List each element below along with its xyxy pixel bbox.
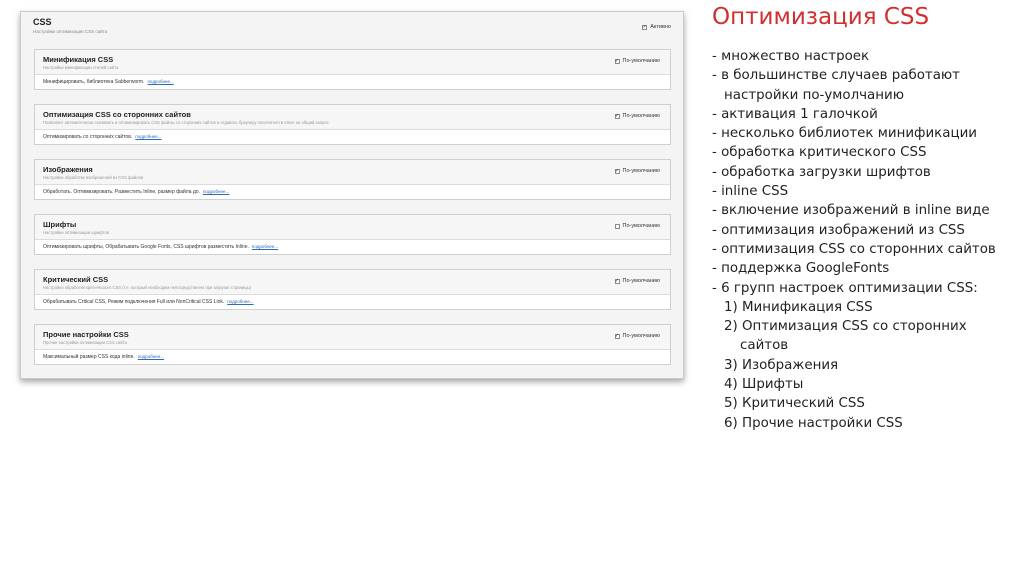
slide-bullet-list: - множество настроек - в большинстве слу…: [712, 47, 996, 433]
group-body: Обработать. Оптимизировать. Разместить I…: [43, 189, 229, 195]
group-minification: Минификация CSS Настройки минификации ст…: [34, 49, 671, 90]
group-title: Критический CSS: [43, 275, 109, 284]
more-link[interactable]: подробнее...: [252, 244, 278, 249]
bullet-item: настройки по-умолчанию: [724, 87, 904, 103]
group-subtitle: Настройки обработки изображений из CSS ф…: [43, 175, 144, 180]
bullet-item: - множество настроек: [712, 49, 870, 64]
default-label: По-умолчанию: [622, 278, 661, 284]
group-title: Шрифты: [43, 220, 77, 229]
group-subtitle: Настройки минификации стилей сайта: [43, 65, 119, 70]
group-other-settings: Прочие настройки CSS Прочие настройки оп…: [34, 324, 671, 365]
default-toggle[interactable]: По-умолчанию: [614, 223, 661, 229]
default-toggle[interactable]: ✓ По-умолчанию: [614, 58, 661, 64]
settings-screenshot: CSS Настройки оптимизации CSS сайта ✓ Ак…: [20, 11, 684, 379]
bullet-item: - поддержка GoogleFonts: [712, 261, 890, 277]
bullet-item: 1) Минификация CSS: [724, 299, 873, 315]
bullet-item: - 6 групп настроек оптимизации CSS:: [712, 280, 978, 296]
more-link[interactable]: подробнее...: [138, 354, 164, 359]
group-fonts: Шрифты Настройки оптимизации шрифтов По-…: [34, 214, 671, 255]
more-link[interactable]: подробнее...: [135, 134, 161, 139]
default-label: По-умолчанию: [622, 223, 661, 229]
default-label: По-умолчанию: [622, 333, 661, 339]
default-label: По-умолчанию: [622, 113, 661, 119]
group-summary: Обработать. Оптимизировать. Разместить I…: [43, 189, 200, 195]
bullet-item: - обработка критического CSS: [712, 145, 927, 161]
bullet-item: 5) Критический CSS: [724, 396, 865, 412]
default-toggle[interactable]: ✓ По-умолчанию: [614, 168, 661, 174]
active-checkbox[interactable]: ✓: [642, 24, 648, 30]
group-subtitle: Прочие настройки оптимизации CSS сайта: [43, 340, 127, 345]
group-title: Изображения: [43, 165, 93, 174]
bullet-item: - inline CSS: [712, 184, 789, 200]
settings-header: CSS Настройки оптимизации CSS сайта ✓ Ак…: [31, 16, 673, 42]
group-summary: Оптимизировать со сторонних сайтов.: [43, 134, 133, 140]
more-link[interactable]: подробнее...: [227, 299, 253, 304]
group-title: Оптимизация CSS со сторонних сайтов: [43, 110, 191, 119]
group-body: Максимальный размер CSS кода inline. подр…: [43, 354, 164, 360]
bullet-item: - обработка загрузки шрифтов: [712, 164, 931, 180]
group-critical-css: Критический CSS Настройки обработки крит…: [34, 269, 671, 310]
slide-title: Оптимизация CSS: [712, 4, 930, 30]
default-label: По-умолчанию: [622, 58, 661, 64]
bullet-item: - оптимизация изображений из CSS: [712, 222, 965, 238]
settings-title: CSS: [33, 17, 52, 27]
group-body: Обрабатывать Critical CSS, Режим подключ…: [43, 299, 254, 305]
group-title: Минификация CSS: [43, 55, 114, 64]
group-subtitle: Позволяет автоматически скачивать и опти…: [43, 120, 329, 125]
default-checkbox[interactable]: ✓: [614, 168, 620, 174]
group-summary: Максимальный размер CSS кода inline.: [43, 354, 135, 360]
group-body: Оптимизировать шрифты, Обрабатывать Goog…: [43, 244, 278, 250]
bullet-item: 6) Прочие настройки CSS: [724, 415, 903, 431]
group-body: Оптимизировать со сторонних сайтов. подро…: [43, 134, 162, 140]
bullet-item: - оптимизация CSS со сторонних сайтов: [712, 241, 996, 257]
active-toggle[interactable]: ✓ Активно: [642, 24, 671, 30]
group-title: Прочие настройки CSS: [43, 330, 129, 339]
bullet-item: 2) Оптимизация CSS со сторонних: [724, 319, 967, 335]
bullet-item: - несколько библиотек минификации: [712, 126, 977, 142]
bullet-item: - в большинстве случаев работают: [712, 68, 960, 84]
default-checkbox[interactable]: [614, 223, 620, 229]
group-summary: Оптимизировать шрифты, Обрабатывать Goog…: [43, 244, 249, 250]
bullet-item: - активация 1 галочкой: [712, 106, 878, 122]
default-toggle[interactable]: ✓ По-умолчанию: [614, 278, 661, 284]
settings-subtitle: Настройки оптимизации CSS сайта: [33, 29, 108, 34]
bullet-item: - включение изображений в inline виде: [712, 203, 990, 219]
default-toggle[interactable]: ✓ По-умолчанию: [614, 333, 661, 339]
group-body: Минифицировать, библиотека Sabberworm. по…: [43, 79, 174, 85]
default-checkbox[interactable]: ✓: [614, 113, 620, 119]
more-link[interactable]: подробнее...: [203, 189, 229, 194]
more-link[interactable]: подробнее...: [147, 79, 173, 84]
default-label: По-умолчанию: [622, 168, 661, 174]
bullet-item: 3) Изображения: [724, 357, 839, 373]
bullet-item: сайтов: [740, 338, 789, 354]
group-external-css: Оптимизация CSS со сторонних сайтов Позв…: [34, 104, 671, 145]
group-summary: Минифицировать, библиотека Sabberworm.: [43, 79, 145, 85]
default-checkbox[interactable]: ✓: [614, 278, 620, 284]
bullet-item: 4) Шрифты: [724, 377, 804, 393]
default-toggle[interactable]: ✓ По-умолчанию: [614, 113, 661, 119]
group-summary: Обрабатывать Critical CSS, Режим подключ…: [43, 299, 225, 305]
default-checkbox[interactable]: ✓: [614, 333, 620, 339]
group-subtitle: Настройки оптимизации шрифтов: [43, 230, 110, 235]
active-label: Активно: [650, 24, 671, 30]
default-checkbox[interactable]: ✓: [614, 58, 620, 64]
group-images: Изображения Настройки обработки изображе…: [34, 159, 671, 200]
group-subtitle: Настройки обработки критического CSS (т.…: [43, 285, 252, 290]
